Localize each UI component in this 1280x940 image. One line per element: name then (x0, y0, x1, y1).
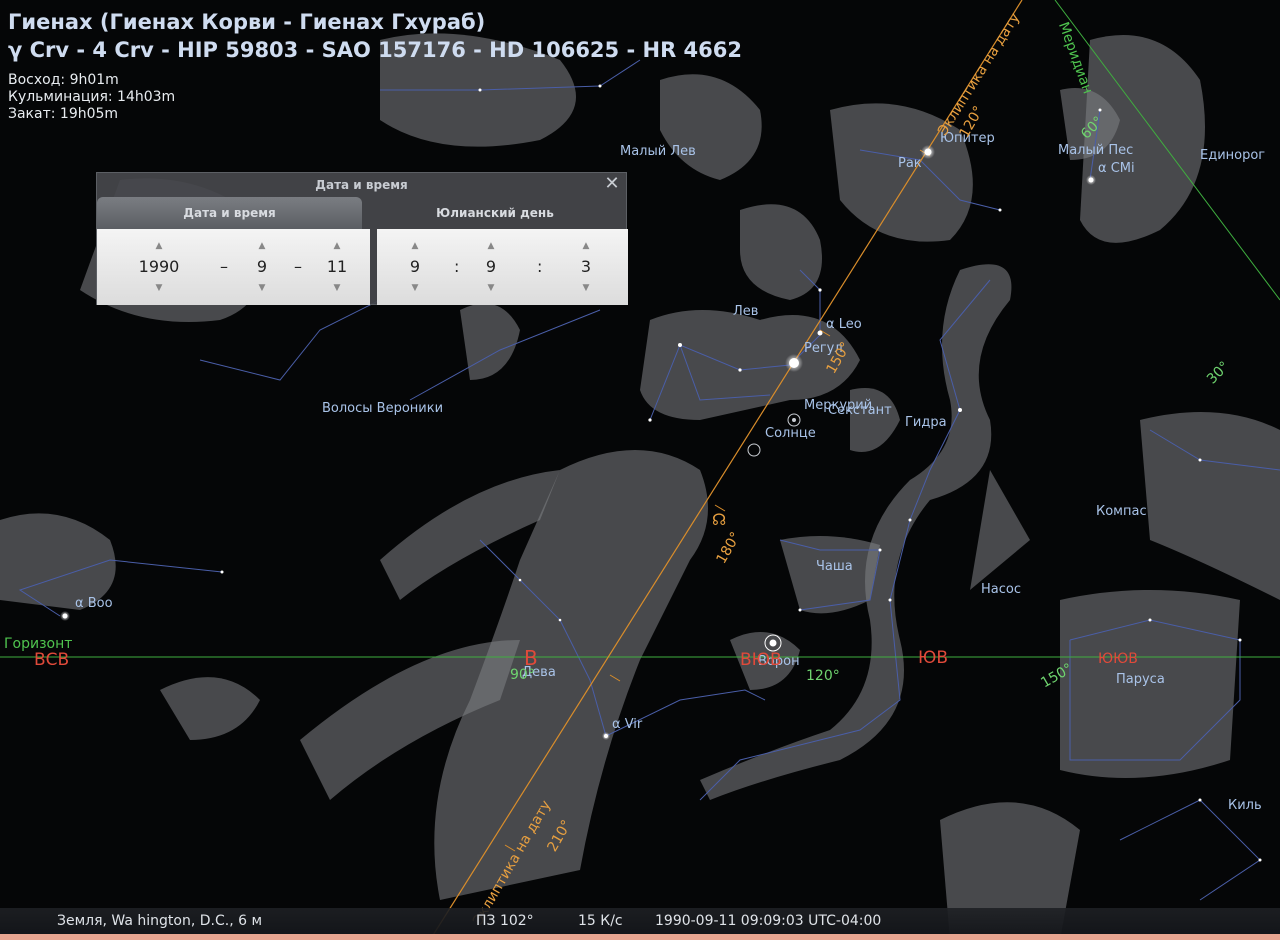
status-fov: ПЗ 102° (476, 913, 534, 929)
tab-julian-day[interactable]: Юлианский день (362, 197, 628, 229)
close-icon[interactable]: ✕ (602, 174, 622, 194)
label-alpha-cmi[interactable]: α CMi (1098, 161, 1135, 176)
status-location[interactable]: Земля, Wa hington, D.C., 6 м (57, 913, 262, 929)
sun-marker[interactable] (787, 413, 801, 427)
label-canis-minor[interactable]: Малый Пес (1058, 143, 1133, 158)
day-spinner[interactable]: ▲ 11 ▼ (317, 229, 357, 305)
day-up-arrow-icon[interactable]: ▲ (317, 239, 357, 253)
month-up-arrow-icon[interactable]: ▲ (242, 239, 282, 253)
ascending-node-icon: ☊ (712, 510, 727, 529)
time-separator: : (537, 257, 543, 276)
object-info: Гиенах (Гиенах Корви - Гиенах Гхураб) γ … (8, 8, 742, 123)
date-time-dialog: Дата и время ✕ Дата и время Юлианский де… (96, 172, 628, 305)
label-vela[interactable]: Паруса (1116, 672, 1165, 687)
month-down-arrow-icon[interactable]: ▼ (242, 281, 282, 295)
label-leo[interactable]: Лев (733, 304, 758, 319)
dialog-title[interactable]: Дата и время (97, 173, 626, 197)
month-value[interactable]: 9 (242, 253, 282, 281)
label-cancer[interactable]: Рак (898, 156, 922, 171)
label-coma-berenices[interactable]: Волосы Вероники (322, 401, 443, 416)
horizon-degree-120: 120° (806, 668, 840, 684)
minute-down-arrow-icon[interactable]: ▼ (471, 281, 511, 295)
object-name: Гиенах (Гиенах Корви - Гиенах Гхураб) (8, 10, 486, 34)
label-crater[interactable]: Чаша (816, 559, 853, 574)
second-down-arrow-icon[interactable]: ▼ (566, 281, 606, 295)
status-datetime[interactable]: 1990-09-11 09:09:03 UTC-04:00 (655, 913, 881, 929)
label-pyxis[interactable]: Компас (1096, 504, 1147, 519)
day-value[interactable]: 11 (317, 253, 357, 281)
label-alpha-vir[interactable]: α Vir (612, 717, 642, 732)
hour-spinner[interactable]: ▲ 9 ▼ (395, 229, 435, 305)
day-down-arrow-icon[interactable]: ▼ (317, 281, 357, 295)
year-down-arrow-icon[interactable]: ▼ (119, 281, 199, 295)
object-rise: Восход: 9h01m (8, 72, 119, 88)
mercury-marker[interactable] (747, 443, 761, 457)
minute-up-arrow-icon[interactable]: ▲ (471, 239, 511, 253)
date-separator: – (294, 257, 302, 276)
label-leo-minor[interactable]: Малый Лев (620, 144, 696, 159)
cardinal-ene: ВСВ (34, 650, 70, 670)
cardinal-sse: ЮЮВ (1098, 651, 1138, 667)
hour-down-arrow-icon[interactable]: ▼ (395, 281, 435, 295)
label-antlia[interactable]: Насос (981, 582, 1021, 597)
bottom-toolbar-edge[interactable] (0, 934, 1280, 940)
cardinal-se: ЮВ (918, 648, 949, 668)
year-up-arrow-icon[interactable]: ▲ (119, 239, 199, 253)
constellation-art (0, 33, 1280, 940)
label-sun[interactable]: Солнце (765, 426, 816, 441)
time-panel: ▲ 9 ▼ : ▲ 9 ▼ : ▲ 3 ▼ (377, 229, 628, 305)
label-sextans[interactable]: Секстант (828, 403, 892, 418)
horizon-degree-90: 90° (510, 667, 535, 683)
cardinal-ese: ВЮВ (740, 650, 782, 670)
status-bar: Земля, Wa hington, D.C., 6 м ПЗ 102° 15 … (0, 908, 1280, 934)
second-spinner[interactable]: ▲ 3 ▼ (566, 229, 606, 305)
second-value[interactable]: 3 (566, 253, 606, 281)
second-up-arrow-icon[interactable]: ▲ (566, 239, 606, 253)
object-transit: Кульминация: 14h03m (8, 89, 176, 105)
tab-date-time[interactable]: Дата и время (97, 197, 362, 229)
hour-value[interactable]: 9 (395, 253, 435, 281)
label-carina[interactable]: Киль (1228, 798, 1262, 813)
label-alpha-leo[interactable]: α Leo (826, 317, 862, 332)
year-value[interactable]: 1990 (119, 253, 199, 281)
label-hydra[interactable]: Гидра (905, 415, 947, 430)
label-monoceros[interactable]: Единорог (1200, 148, 1265, 163)
status-fps: 15 К/с (578, 913, 623, 929)
month-spinner[interactable]: ▲ 9 ▼ (242, 229, 282, 305)
date-panel: ▲ 1990 ▼ – ▲ 9 ▼ – ▲ 11 ▼ (97, 229, 370, 305)
date-separator: – (220, 257, 228, 276)
year-spinner[interactable]: ▲ 1990 ▼ (119, 229, 199, 305)
minute-spinner[interactable]: ▲ 9 ▼ (471, 229, 511, 305)
hour-up-arrow-icon[interactable]: ▲ (395, 239, 435, 253)
object-set: Закат: 19h05m (8, 106, 119, 122)
label-alpha-boo[interactable]: α Boo (75, 596, 113, 611)
object-catalog-ids: γ Crv - 4 Crv - HIP 59803 - SAO 157176 -… (8, 38, 742, 62)
time-separator: : (454, 257, 460, 276)
minute-value[interactable]: 9 (471, 253, 511, 281)
